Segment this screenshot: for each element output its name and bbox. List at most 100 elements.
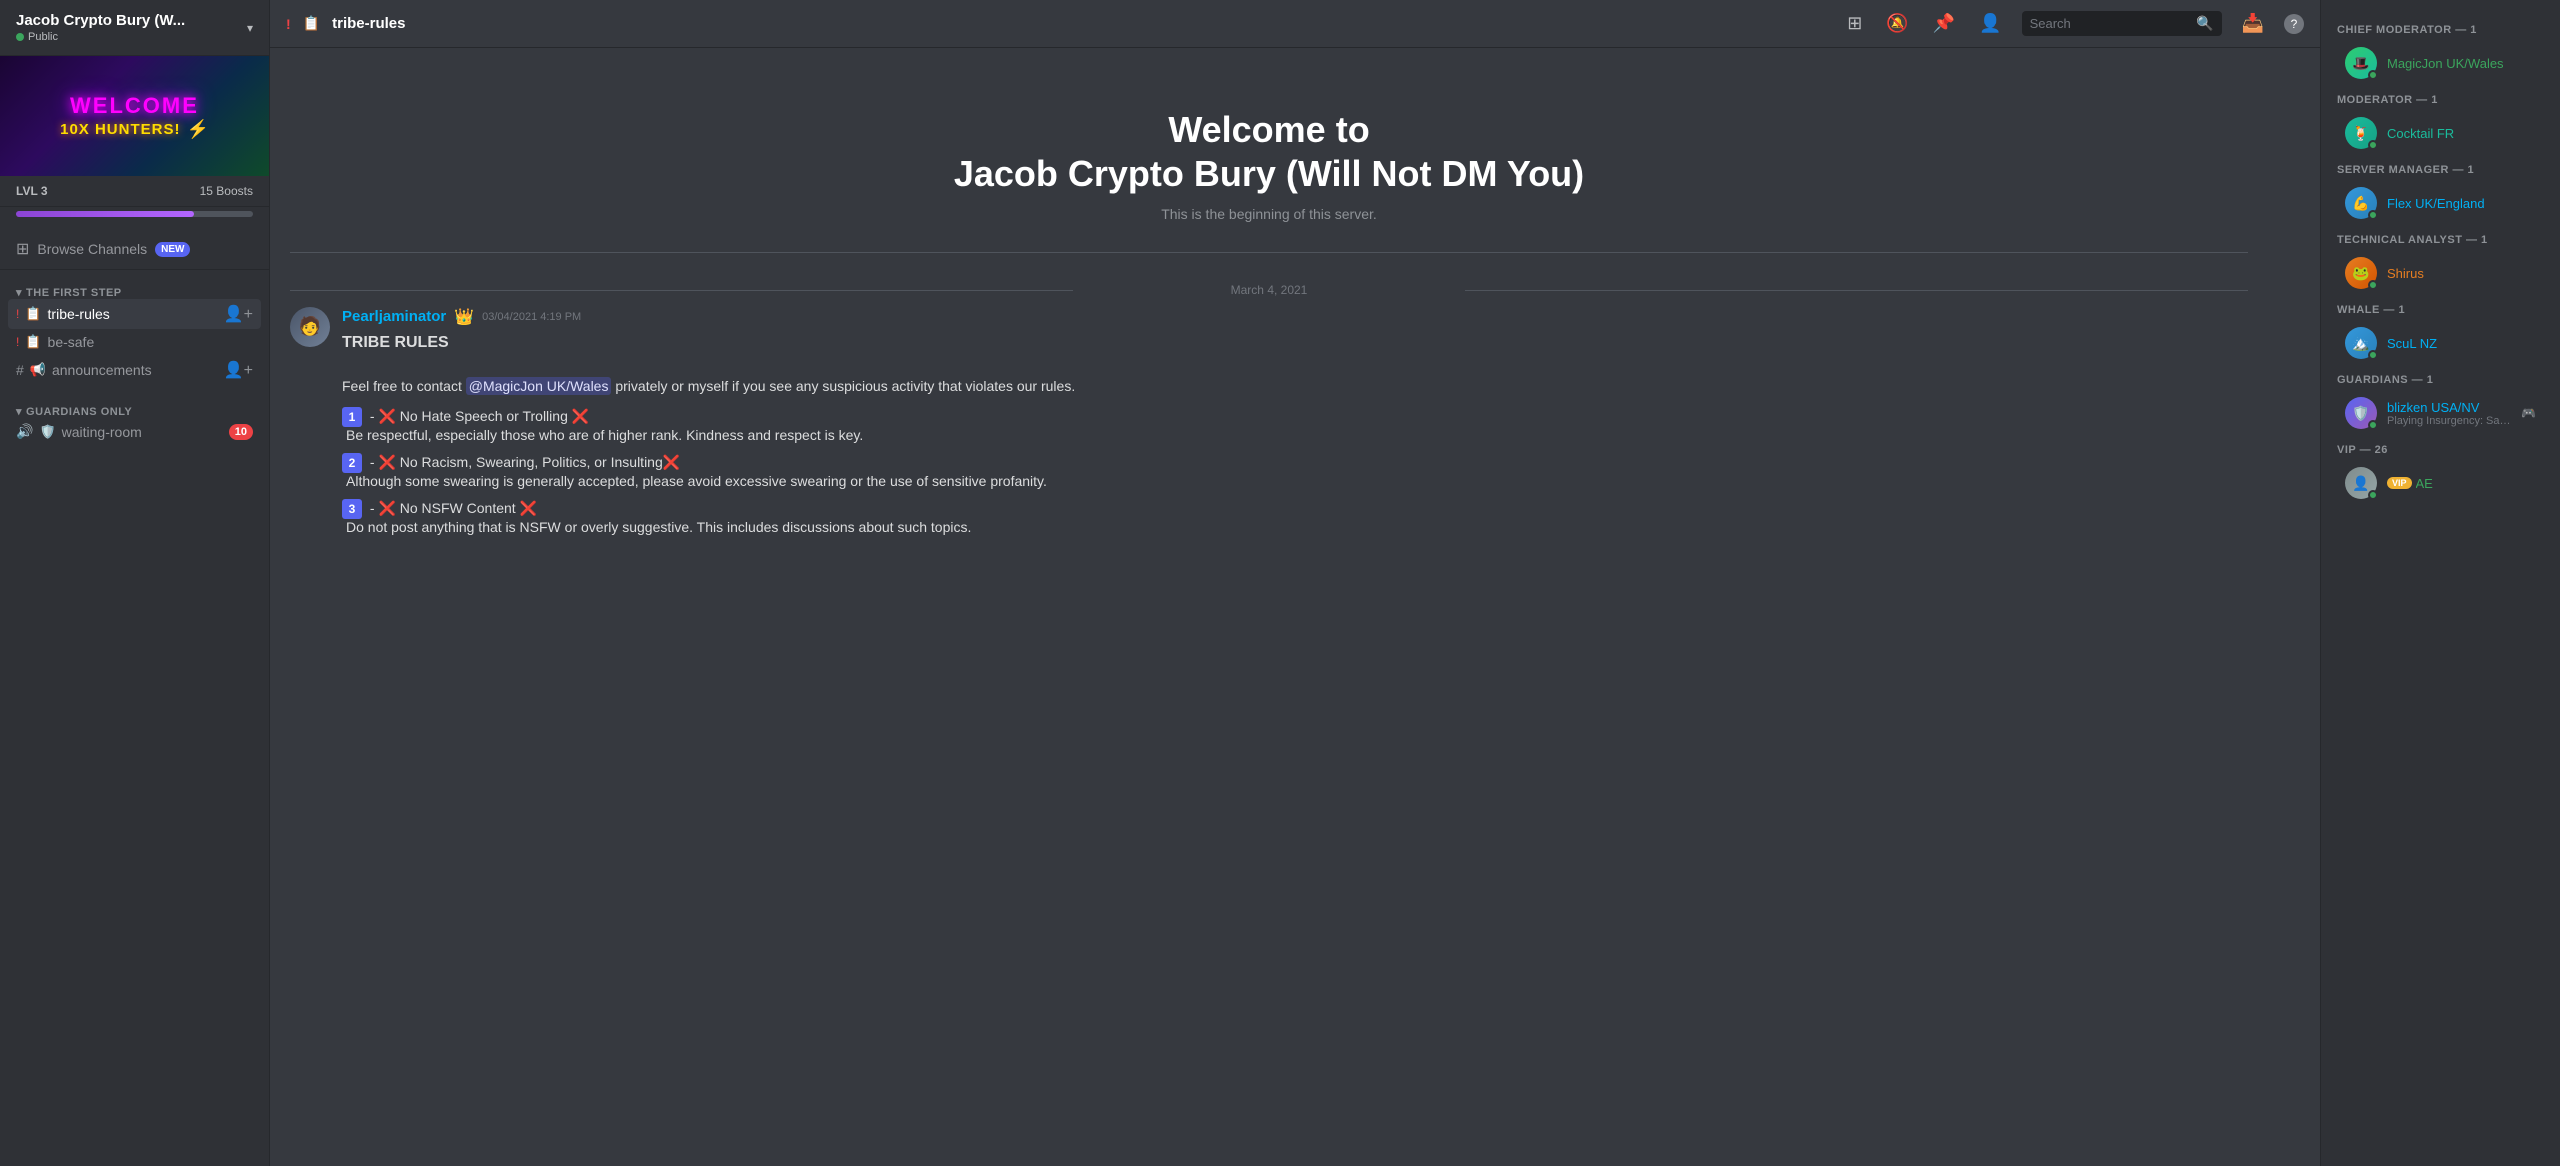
- member-avatar: 🏔️: [2345, 327, 2377, 359]
- inbox-icon[interactable]: 📥: [2238, 9, 2268, 38]
- server-header[interactable]: Jacob Crypto Bury (W... Public ▾: [0, 0, 269, 56]
- member-group-chief-mod: CHIEF MODERATOR — 1: [2321, 16, 2560, 40]
- member-avatar: 🐸: [2345, 257, 2377, 289]
- rule-title-1: - ❌ No Hate Speech or Trolling ❌: [370, 408, 589, 424]
- beginning-text: This is the beginning of this server.: [290, 206, 2248, 222]
- status-dot: [2368, 350, 2378, 360]
- browse-channels-button[interactable]: ⊞ Browse Channels NEW: [0, 229, 269, 270]
- search-bar-placeholder: Search: [2030, 16, 2191, 31]
- level-text: LVL 3: [16, 184, 48, 198]
- members-icon[interactable]: 👤: [1975, 9, 2005, 38]
- member-info: VIP AE: [2387, 476, 2536, 491]
- boosts-text[interactable]: 15 Boosts: [200, 184, 253, 198]
- add-member-icon[interactable]: 👤+: [224, 304, 253, 324]
- status-dot: [2368, 140, 2378, 150]
- server-name: Jacob Crypto Bury (W...: [16, 12, 185, 29]
- channel-waiting-room[interactable]: 🔊 🛡️ waiting-room 10: [8, 418, 261, 445]
- rule-3: 3 - ❌ No NSFW Content ❌ Do not post anyt…: [342, 499, 2248, 535]
- member-ae[interactable]: 👤 VIP AE: [2329, 461, 2552, 505]
- channel-group-header-first-step[interactable]: ▾ THE FIRST STEP: [8, 286, 261, 299]
- message-timestamp: 03/04/2021 4:19 PM: [482, 311, 581, 323]
- boost-progress-container: [0, 207, 269, 229]
- member-scul[interactable]: 🏔️ ScuL NZ: [2329, 321, 2552, 365]
- channel-tribe-rules[interactable]: ! 📋 tribe-rules 👤+: [8, 299, 261, 329]
- vip-badge: VIP: [2387, 477, 2412, 489]
- boost-bar: LVL 3 15 Boosts: [0, 176, 269, 207]
- message-avatar[interactable]: 🧑: [290, 307, 330, 347]
- member-avatar: 🍹: [2345, 117, 2377, 149]
- new-badge: NEW: [155, 242, 190, 257]
- message-container: 🧑 Pearljaminator 👑 03/04/2021 4:19 PM TR…: [290, 307, 2248, 539]
- messages-area[interactable]: Welcome to Jacob Crypto Bury (Will Not D…: [270, 48, 2320, 1166]
- channel-be-safe[interactable]: ! 📋 be-safe: [8, 329, 261, 355]
- add-member-icon[interactable]: 👤+: [224, 360, 253, 380]
- help-icon[interactable]: ?: [2284, 14, 2304, 34]
- member-name: ScuL NZ: [2387, 336, 2536, 351]
- status-dot: [2368, 490, 2378, 500]
- channel-emoji: 📋: [25, 306, 41, 322]
- member-group-mod: MODERATOR — 1: [2321, 86, 2560, 110]
- member-avatar: 🛡️: [2345, 397, 2377, 429]
- rule-title-3: - ❌ No NSFW Content ❌: [370, 500, 537, 516]
- member-name: blizken USA/NV: [2387, 400, 2511, 415]
- search-bar[interactable]: Search 🔍: [2022, 11, 2222, 36]
- member-group-guardians: GUARDIANS — 1: [2321, 366, 2560, 390]
- member-name: Cocktail FR: [2387, 126, 2536, 141]
- rule-number-3: 3: [342, 499, 362, 519]
- pin-icon[interactable]: 📌: [1929, 9, 1959, 38]
- rule-number-1: 1: [342, 407, 362, 427]
- member-group-server-manager: SERVER MANAGER — 1: [2321, 156, 2560, 180]
- channel-header-emoji: 📋: [303, 15, 320, 32]
- message-header: Pearljaminator 👑 03/04/2021 4:19 PM: [342, 307, 2248, 327]
- mention-tag[interactable]: @MagicJon UK/Wales: [466, 377, 612, 395]
- member-group-whale: WHALE — 1: [2321, 296, 2560, 320]
- hashtag-icon[interactable]: ⊞: [1843, 9, 1866, 38]
- banner-welcome-text: WELCOME: [60, 93, 209, 119]
- member-flex[interactable]: 💪 Flex UK/England: [2329, 181, 2552, 225]
- channel-emoji: 🛡️: [39, 424, 55, 440]
- date-separator: March 4, 2021: [290, 283, 2248, 297]
- channel-name: be-safe: [48, 334, 253, 350]
- boost-progress-fill: [16, 211, 194, 217]
- message-intro-end: privately or myself if you see any suspi…: [611, 378, 1075, 394]
- channel-group-header-guardians[interactable]: ▾ GUARDIANS ONLY: [8, 405, 261, 418]
- status-dot: [2368, 280, 2378, 290]
- member-info: ScuL NZ: [2387, 336, 2536, 351]
- lightning-icon: ⚡: [186, 119, 208, 140]
- member-status-text: Playing Insurgency: Sands...: [2387, 415, 2511, 427]
- member-name: Flex UK/England: [2387, 196, 2536, 211]
- header-tools: ⊞ 🔕 📌 👤 Search 🔍 📥 ?: [1843, 9, 2304, 38]
- hash-icon: #: [16, 362, 24, 378]
- alert-icon: !: [16, 335, 19, 349]
- rule-number-2: 2: [342, 453, 362, 473]
- channel-emoji: 📢: [30, 362, 46, 378]
- rule-1: 1 - ❌ No Hate Speech or Trolling ❌ Be re…: [342, 407, 2248, 443]
- welcome-server-name: Jacob Crypto Bury (Will Not DM You): [290, 151, 2248, 198]
- message-author[interactable]: Pearljaminator: [342, 308, 446, 325]
- member-name: AE: [2416, 476, 2433, 491]
- member-cocktail[interactable]: 🍹 Cocktail FR: [2329, 111, 2552, 155]
- bell-muted-icon[interactable]: 🔕: [1882, 9, 1912, 38]
- collapse-icon: ▾: [16, 286, 22, 299]
- member-shirus[interactable]: 🐸 Shirus: [2329, 251, 2552, 295]
- channel-announcements[interactable]: # 📢 announcements 👤+: [8, 355, 261, 385]
- rule-desc-1: Be respectful, especially those who are …: [346, 427, 863, 443]
- banner-subtitle: 10X HUNTERS!: [60, 121, 180, 138]
- tribe-rules-title: TRIBE RULES: [342, 334, 449, 351]
- unread-badge: 10: [229, 424, 253, 440]
- status-dot: [2368, 420, 2378, 430]
- member-info: Cocktail FR: [2387, 126, 2536, 141]
- member-magicjon[interactable]: 🎩 MagicJon UK/Wales: [2329, 41, 2552, 85]
- member-info: Flex UK/England: [2387, 196, 2536, 211]
- server-banner: WELCOME 10X HUNTERS! ⚡: [0, 56, 269, 176]
- member-avatar: 💪: [2345, 187, 2377, 219]
- status-dot: [2368, 210, 2378, 220]
- member-avatar: 👤: [2345, 467, 2377, 499]
- game-controller-icon: 🎮: [2521, 406, 2536, 420]
- welcome-to-text: Welcome to: [290, 108, 2248, 151]
- member-blizken[interactable]: 🛡️ blizken USA/NV Playing Insurgency: Sa…: [2329, 391, 2552, 435]
- public-badge: Public: [16, 29, 185, 43]
- author-badge: 👑: [454, 307, 474, 327]
- channel-header: ! 📋 tribe-rules ⊞ 🔕 📌 👤 Search 🔍 📥 ?: [270, 0, 2320, 48]
- alert-icon: !: [16, 307, 19, 321]
